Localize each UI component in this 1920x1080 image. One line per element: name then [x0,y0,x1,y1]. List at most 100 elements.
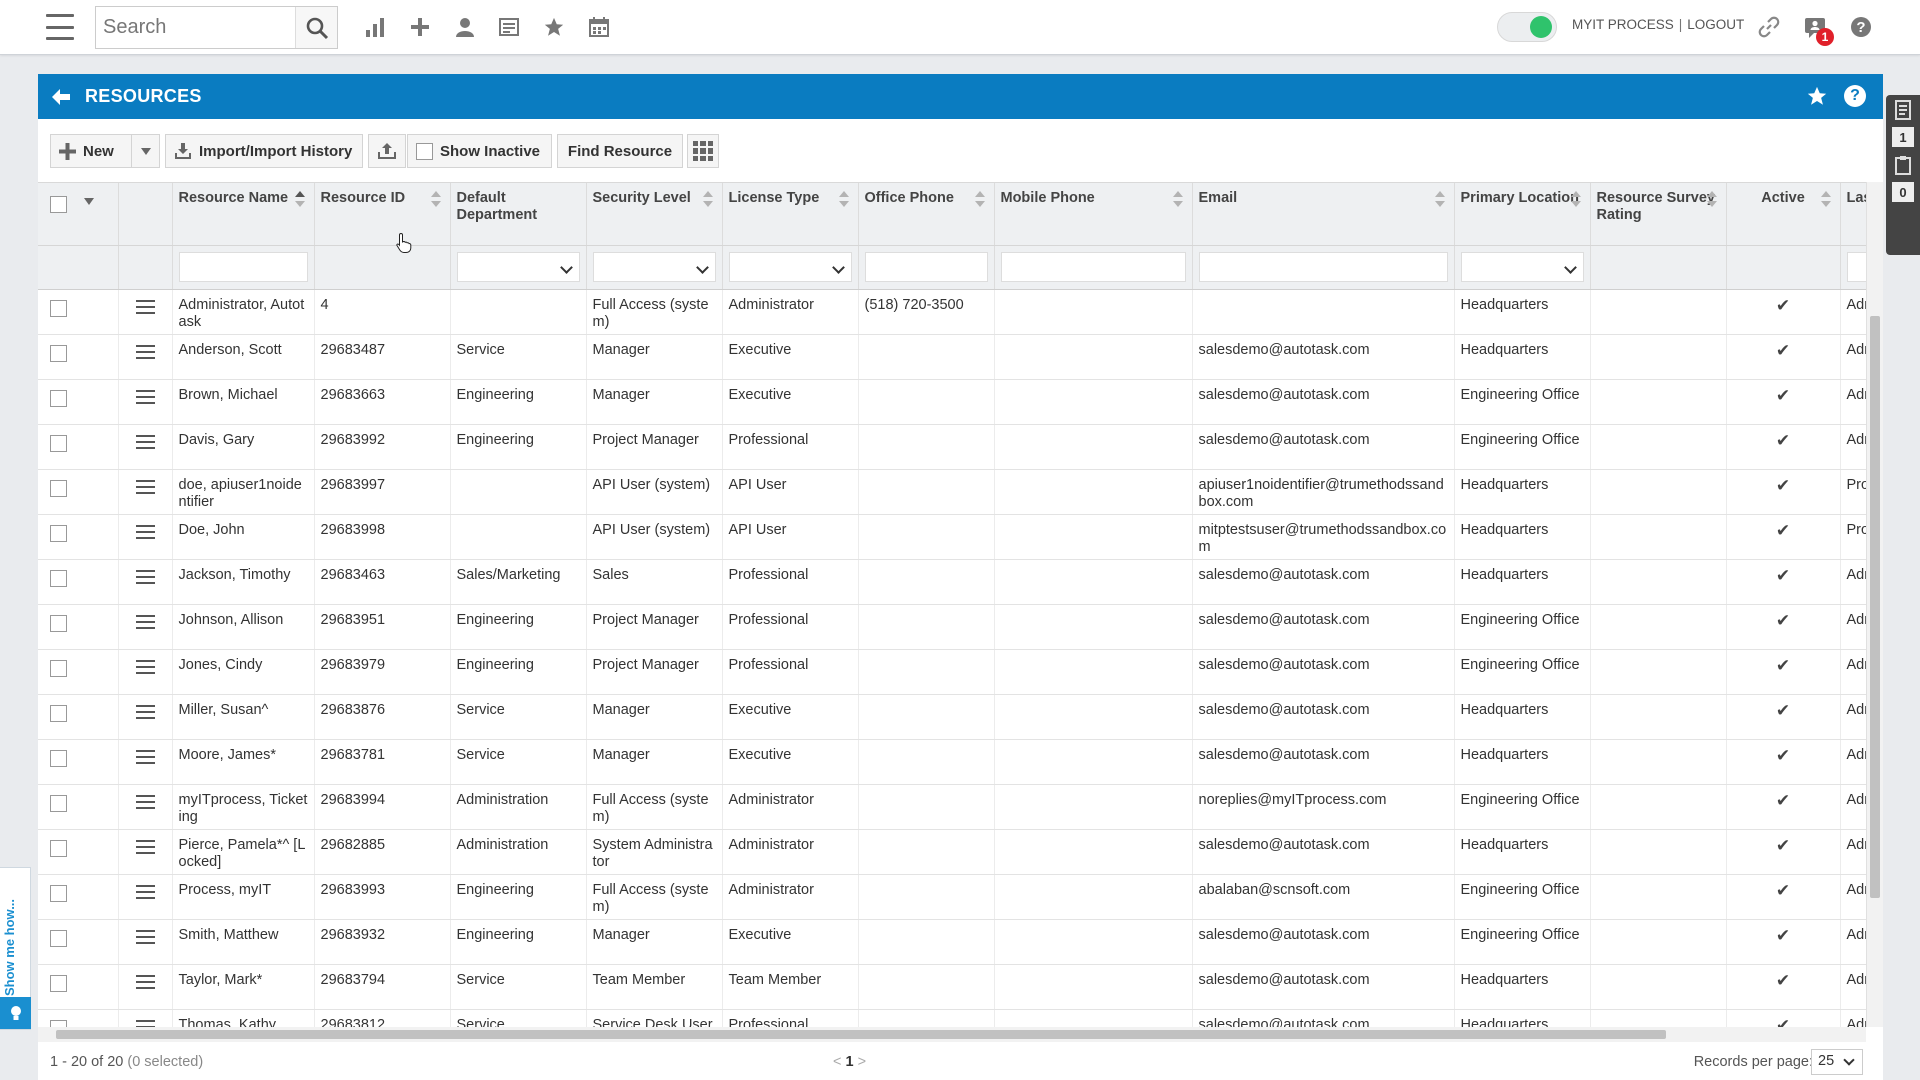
column-header-license-type[interactable]: License Type [722,183,859,246]
row-context-menu-icon[interactable] [135,299,155,314]
show-inactive-checkbox[interactable] [416,142,433,160]
column-header-survey-rating[interactable]: Resource Survey Rating [1590,183,1727,246]
document-icon[interactable] [1894,100,1912,124]
cell-resource-name[interactable]: Thomas, Kathy [172,1009,315,1027]
import-history-button[interactable]: Import/Import History [165,134,363,168]
column-header-id[interactable]: Resource ID [314,183,451,246]
clipboard-icon[interactable] [1894,155,1912,179]
row-checkbox[interactable] [50,479,67,497]
new-dropdown-button[interactable] [131,134,160,168]
row-context-menu-icon[interactable] [135,344,155,359]
cell-resource-name[interactable]: Davis, Gary [172,424,315,470]
plus-icon[interactable] [405,12,435,42]
cell-resource-name[interactable]: Process, myIT [172,874,315,920]
column-header-active[interactable]: Active [1726,183,1841,246]
table-row[interactable]: Moore, James* 29683781 Service Manager Execu… [38,739,1866,785]
column-header-email[interactable]: Email [1192,183,1455,246]
records-per-page-select[interactable]: 25 [1811,1049,1863,1075]
star-icon[interactable] [539,12,569,42]
user-icon[interactable] [450,12,480,42]
row-context-menu-icon[interactable] [135,569,155,584]
cell-resource-name[interactable]: Taylor, Mark* [172,964,315,1010]
row-context-menu-icon[interactable] [135,839,155,854]
cell-resource-name[interactable]: Jones, Cindy [172,649,315,695]
row-context-menu-icon[interactable] [135,479,155,494]
link-icon[interactable] [1754,12,1784,42]
row-context-menu-icon[interactable] [135,929,155,944]
row-checkbox[interactable] [50,434,67,452]
row-checkbox[interactable] [50,974,67,992]
show-me-how-label[interactable]: Show me how... [2,899,17,996]
search-icon[interactable] [295,7,337,48]
column-header-mobile-phone[interactable]: Mobile Phone [994,183,1193,246]
side-tab-count[interactable]: 0 [1892,182,1914,202]
row-checkbox[interactable] [50,1019,67,1027]
panel-help-icon[interactable]: ? [1844,85,1866,107]
row-checkbox[interactable] [50,884,67,902]
row-checkbox[interactable] [50,839,67,857]
row-context-menu-icon[interactable] [135,389,155,404]
office-phone-filter-input[interactable] [864,252,988,282]
search-input[interactable] [96,7,295,48]
show-me-how-widget[interactable]: Show me how... [0,867,31,1030]
table-row[interactable]: Taylor, Mark* 29683794 Service Team Member T… [38,964,1866,1010]
row-context-menu-icon[interactable] [135,614,155,629]
sort-icon[interactable] [1434,191,1445,209]
table-row[interactable]: Process, myIT 29683993 Engineering Full Acc… [38,874,1866,920]
column-header-security-level[interactable]: Security Level [586,183,723,246]
new-button[interactable]: New [50,134,132,168]
cell-resource-name[interactable]: Jackson, Timothy [172,559,315,605]
cell-resource-name[interactable]: Miller, Susan^ [172,694,315,740]
find-resource-button[interactable]: Find Resource [557,134,683,168]
sort-icon[interactable] [1820,191,1831,209]
location-filter-select[interactable] [1460,252,1584,282]
sort-icon[interactable] [702,191,713,209]
row-checkbox[interactable] [50,659,67,677]
cell-resource-name[interactable]: Smith, Matthew [172,919,315,965]
horizontal-scrollbar[interactable] [38,1027,1866,1042]
cell-resource-name[interactable]: Johnson, Allison [172,604,315,650]
sort-icon[interactable] [1172,191,1183,209]
show-inactive-toggle[interactable]: Show Inactive [407,134,552,168]
table-row[interactable]: doe, apiuser1noidentifier 29683997 API Use… [38,469,1866,515]
security-level-filter-select[interactable] [592,252,716,282]
row-checkbox[interactable] [50,794,67,812]
table-row[interactable]: Davis, Gary 29683992 Engineering Project Ma… [38,424,1866,470]
row-checkbox[interactable] [50,704,67,722]
help-icon[interactable]: ? [1846,12,1876,42]
column-header-office-phone[interactable]: Office Phone [858,183,995,246]
row-context-menu-icon[interactable] [135,524,155,539]
name-filter-input[interactable] [178,252,308,282]
hamburger-icon[interactable] [44,14,76,40]
table-row[interactable]: Brown, Michael 29683663 Engineering Manager… [38,379,1866,425]
prev-page-button[interactable]: < [833,1054,841,1070]
row-context-menu-icon[interactable] [135,749,155,764]
column-header-last-activity-by[interactable]: Last A By [1840,183,1866,246]
next-page-button[interactable]: > [858,1054,866,1070]
column-header-department[interactable]: Default Department [450,183,587,246]
select-menu-caret-icon[interactable] [84,198,94,205]
cell-resource-name[interactable]: Administrator, Autotask [172,289,315,335]
lightbulb-icon[interactable] [0,997,31,1029]
chat-icon[interactable]: 1 [1800,12,1834,46]
favorite-star-icon[interactable] [1806,85,1828,111]
table-row[interactable]: Administrator, Autotask 4 Full Access (sys… [38,289,1866,335]
select-all-checkbox[interactable] [50,196,67,213]
table-row[interactable]: Smith, Matthew 29683932 Engineering Manager… [38,919,1866,965]
status-toggle[interactable] [1497,12,1557,42]
cell-resource-name[interactable]: Anderson, Scott [172,334,315,380]
cell-resource-name[interactable]: myITprocess, Ticketing [172,784,315,830]
row-checkbox[interactable] [50,614,67,632]
mobile-phone-filter-input[interactable] [1000,252,1186,282]
sort-ascending-icon[interactable] [294,191,305,209]
row-context-menu-icon[interactable] [135,704,155,719]
table-row[interactable]: Johnson, Allison 29683951 Engineering Proje… [38,604,1866,650]
vertical-scrollbar[interactable] [1866,182,1883,1027]
column-header-name[interactable]: Resource Name [172,183,315,246]
sort-icon[interactable] [1570,191,1581,209]
row-context-menu-icon[interactable] [135,1019,155,1027]
horizontal-scroll-thumb[interactable] [56,1030,1666,1039]
row-context-menu-icon[interactable] [135,884,155,899]
table-row[interactable]: Jackson, Timothy 29683463 Sales/Marketing S… [38,559,1866,605]
cell-resource-name[interactable]: Brown, Michael [172,379,315,425]
